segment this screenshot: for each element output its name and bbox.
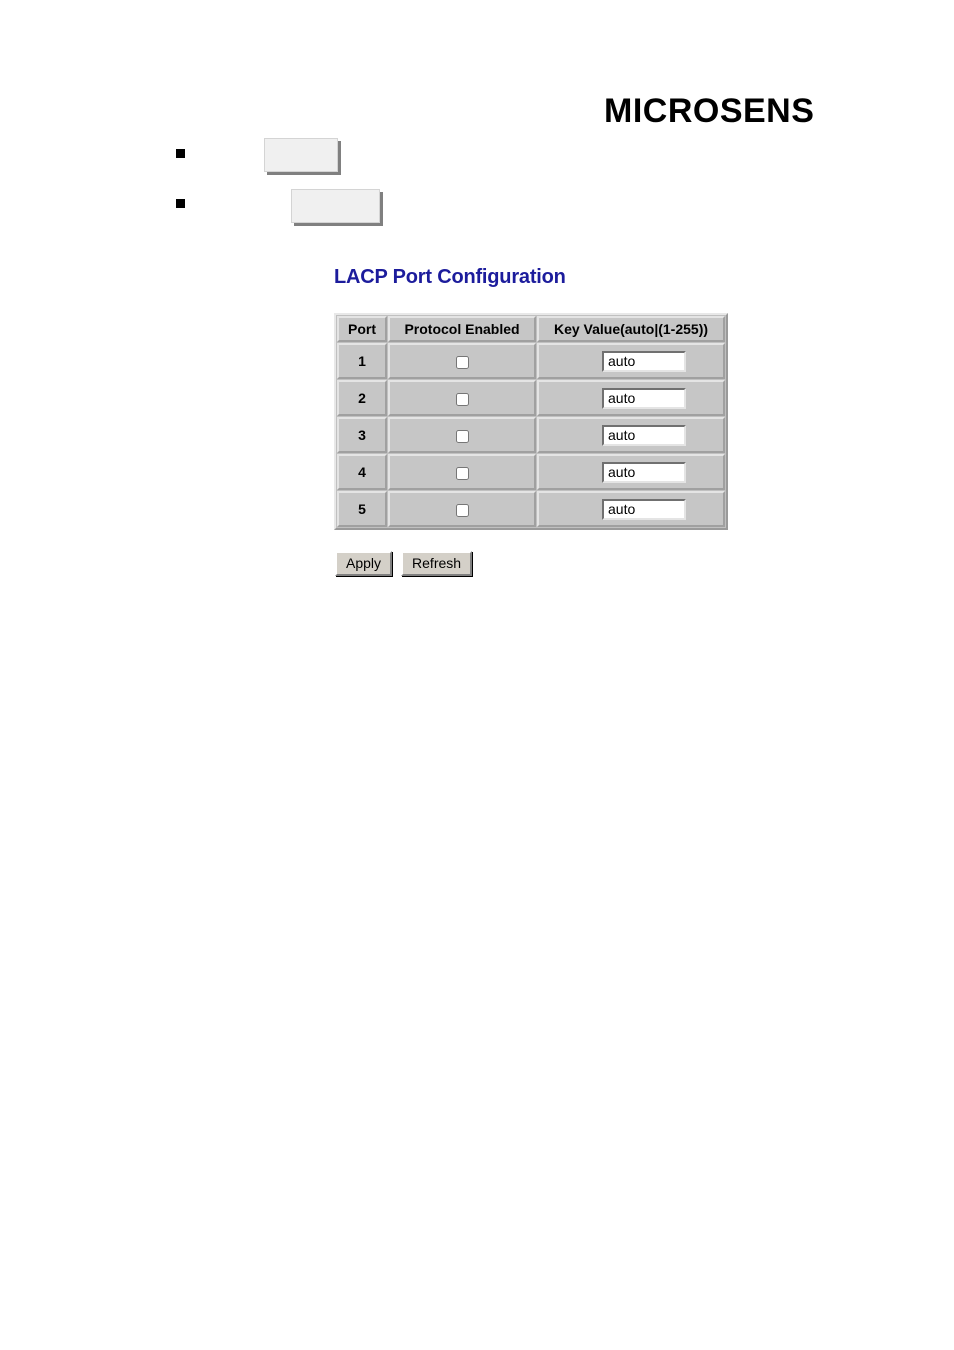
cell-protocol-enabled — [388, 417, 536, 453]
column-header-port: Port — [337, 316, 387, 342]
key-value-input-port-2[interactable] — [602, 387, 686, 409]
square-bullet-icon — [176, 199, 185, 208]
column-header-key-value: Key Value(auto|(1-255)) — [537, 316, 725, 342]
key-value-input-port-1[interactable] — [602, 350, 686, 372]
brand-logo: MICROSENS — [604, 92, 815, 130]
cell-key-value — [537, 343, 725, 379]
cell-key-value — [537, 380, 725, 416]
protocol-enabled-checkbox-port-3[interactable] — [455, 429, 469, 443]
cell-port-number: 2 — [337, 380, 387, 416]
action-button-bar: Apply Refresh — [335, 551, 473, 576]
table-row: 2 — [337, 380, 725, 416]
cell-protocol-enabled — [388, 343, 536, 379]
cell-protocol-enabled — [388, 491, 536, 527]
protocol-enabled-checkbox-port-1[interactable] — [455, 355, 469, 369]
refresh-button[interactable]: Refresh — [401, 551, 473, 576]
lacp-port-configuration-table-wrapper: Port Protocol Enabled Key Value(auto|(1-… — [334, 313, 728, 530]
intro-field-box-2[interactable] — [291, 189, 380, 223]
intro-field-box-1[interactable] — [264, 138, 338, 172]
cell-protocol-enabled — [388, 380, 536, 416]
protocol-enabled-checkbox-port-4[interactable] — [455, 466, 469, 480]
cell-key-value — [537, 454, 725, 490]
cell-port-number: 5 — [337, 491, 387, 527]
square-bullet-icon — [176, 149, 185, 158]
key-value-input-port-5[interactable] — [602, 498, 686, 520]
lacp-port-configuration-table: Port Protocol Enabled Key Value(auto|(1-… — [334, 313, 728, 530]
table-row: 5 — [337, 491, 725, 527]
key-value-input-port-3[interactable] — [602, 424, 686, 446]
cell-port-number: 1 — [337, 343, 387, 379]
protocol-enabled-checkbox-port-5[interactable] — [455, 503, 469, 517]
cell-protocol-enabled — [388, 454, 536, 490]
key-value-input-port-4[interactable] — [602, 461, 686, 483]
table-row: 1 — [337, 343, 725, 379]
table-row: 4 — [337, 454, 725, 490]
cell-key-value — [537, 491, 725, 527]
apply-button[interactable]: Apply — [335, 551, 393, 576]
protocol-enabled-checkbox-port-2[interactable] — [455, 392, 469, 406]
table-row: 3 — [337, 417, 725, 453]
table-header-row: Port Protocol Enabled Key Value(auto|(1-… — [337, 316, 725, 342]
column-header-protocol-enabled: Protocol Enabled — [388, 316, 536, 342]
page-title: LACP Port Configuration — [334, 266, 566, 288]
cell-port-number: 4 — [337, 454, 387, 490]
cell-key-value — [537, 417, 725, 453]
cell-port-number: 3 — [337, 417, 387, 453]
